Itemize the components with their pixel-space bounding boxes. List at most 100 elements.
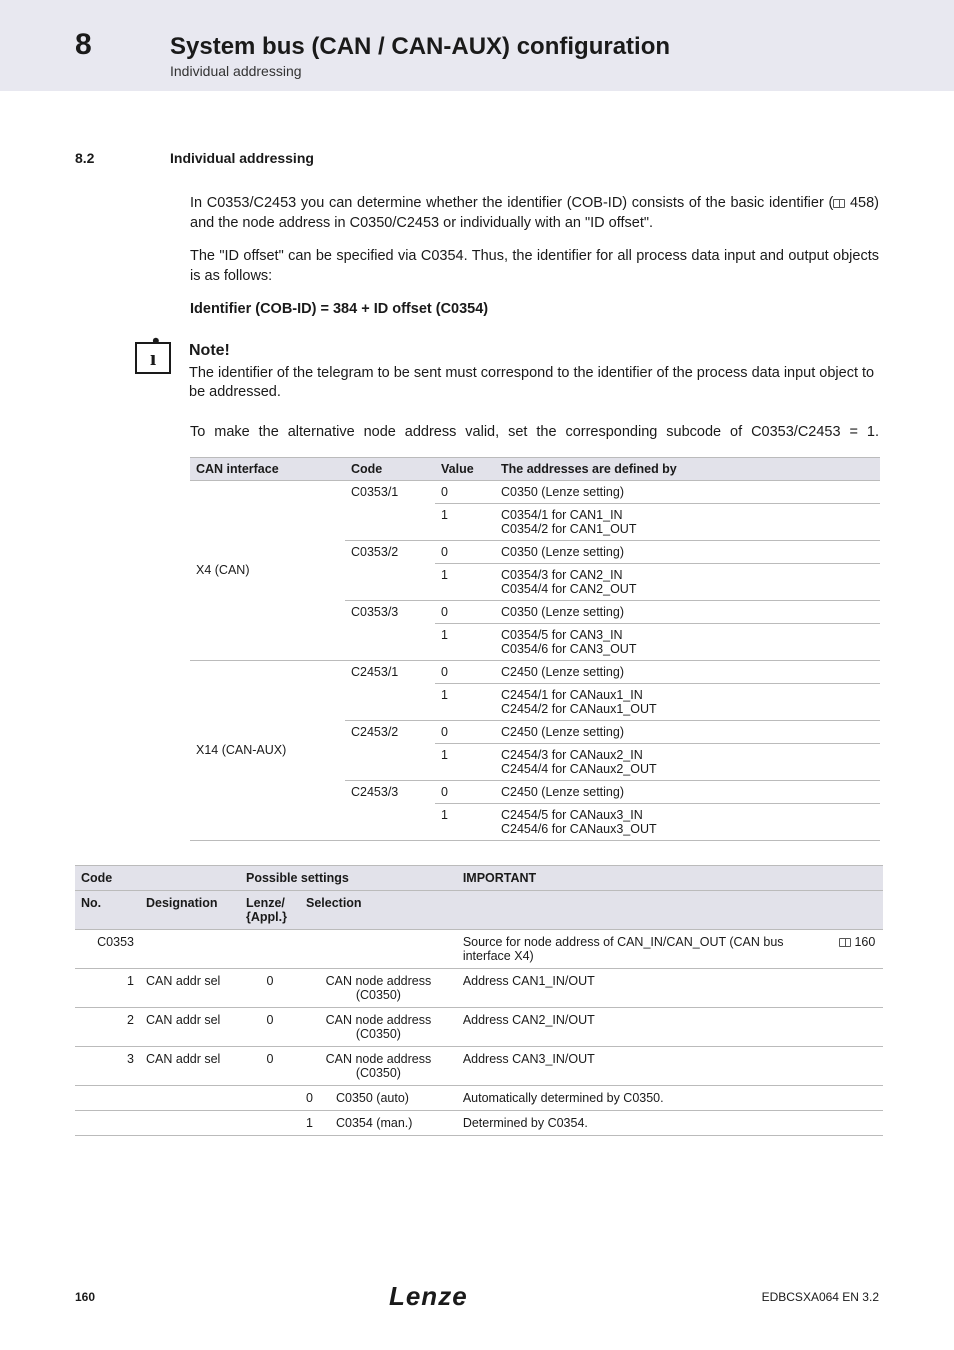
blank-cell bbox=[75, 1046, 99, 1085]
designation-cell: CAN addr sel bbox=[140, 968, 240, 1007]
chapter-title: System bus (CAN / CAN-AUX) configuration bbox=[170, 33, 670, 61]
ref-cell bbox=[833, 1007, 883, 1046]
lenze-cell bbox=[240, 1085, 300, 1110]
value-cell: 1 bbox=[435, 623, 495, 660]
t2-h-important: IMPORTANT bbox=[457, 865, 883, 890]
defined-by-cell: C2450 (Lenze setting) bbox=[495, 780, 880, 803]
section-number: 8.2 bbox=[75, 150, 130, 166]
defined-by-cell: C2454/3 for CANaux2_IN C2454/4 for CANau… bbox=[495, 743, 880, 780]
important-cell: Address CAN2_IN/OUT bbox=[457, 1007, 833, 1046]
ref-cell: 160 bbox=[833, 929, 883, 968]
defined-by-cell: C2450 (Lenze setting) bbox=[495, 720, 880, 743]
ref-cell bbox=[833, 1110, 883, 1135]
selection-cell: CAN node address (C0350) bbox=[300, 1046, 457, 1085]
value-cell: 0 bbox=[435, 600, 495, 623]
table-row: 1CAN addr sel0CAN node address (C0350)Ad… bbox=[75, 968, 883, 1007]
t1-h3: Value bbox=[435, 457, 495, 480]
iface-cell: X14 (CAN-AUX) bbox=[190, 660, 345, 840]
value-cell: 0 bbox=[435, 660, 495, 683]
note-heading: Note! bbox=[189, 342, 879, 360]
code-cell: C2453/1 bbox=[345, 660, 435, 720]
t1-h4: The addresses are defined by bbox=[495, 457, 880, 480]
t2-h-possible: Possible settings bbox=[240, 865, 457, 890]
note-block: •ı Note! The identifier of the telegram … bbox=[135, 342, 879, 403]
blank-cell bbox=[75, 1085, 99, 1110]
value-cell: 1 bbox=[435, 683, 495, 720]
important-cell: Automatically determined by C0350. bbox=[457, 1085, 833, 1110]
ref-cell bbox=[833, 968, 883, 1007]
table-row: X14 (CAN-AUX)C2453/10C2450 (Lenze settin… bbox=[190, 660, 880, 683]
important-cell: Determined by C0354. bbox=[457, 1110, 833, 1135]
value-cell: 0 bbox=[435, 720, 495, 743]
lenze-cell: 0 bbox=[240, 968, 300, 1007]
value-cell: 1 bbox=[435, 503, 495, 540]
code-cell: C0353/3 bbox=[345, 600, 435, 660]
page-header: 8 System bus (CAN / CAN-AUX) configurati… bbox=[0, 0, 954, 91]
designation-cell: CAN addr sel bbox=[140, 1007, 240, 1046]
brand-logo: Lenze bbox=[389, 1281, 468, 1312]
selection-cell: CAN node address (C0350) bbox=[300, 968, 457, 1007]
defined-by-cell: C0354/5 for CAN3_IN C0354/6 for CAN3_OUT bbox=[495, 623, 880, 660]
lenze-cell bbox=[240, 1110, 300, 1135]
defined-by-cell: C2450 (Lenze setting) bbox=[495, 660, 880, 683]
page-number: 160 bbox=[75, 1290, 95, 1304]
selection-key: 1 bbox=[300, 1110, 330, 1135]
t1-h1: CAN interface bbox=[190, 457, 345, 480]
selection-key: 0 bbox=[300, 1085, 330, 1110]
page-footer: 160 Lenze EDBCSXA064 EN 3.2 bbox=[75, 1281, 879, 1312]
table-row: 0C0350 (auto)Automatically determined by… bbox=[75, 1085, 883, 1110]
book-icon bbox=[839, 938, 851, 947]
t2-h-imp-blank bbox=[457, 890, 883, 929]
table-row: C0353Source for node address of CAN_IN/C… bbox=[75, 929, 883, 968]
doc-id: EDBCSXA064 EN 3.2 bbox=[762, 1290, 879, 1304]
iface-cell: X4 (CAN) bbox=[190, 480, 345, 660]
ref-cell bbox=[833, 1046, 883, 1085]
designation-cell bbox=[140, 1085, 240, 1110]
subcode-no bbox=[99, 1110, 140, 1135]
subcode-no: 3 bbox=[99, 1046, 140, 1085]
important-cell: Address CAN3_IN/OUT bbox=[457, 1046, 833, 1085]
defined-by-cell: C2454/1 for CANaux1_IN C2454/2 for CANau… bbox=[495, 683, 880, 720]
section-heading: 8.2 Individual addressing bbox=[75, 150, 879, 166]
blank-cell bbox=[75, 1110, 99, 1135]
chapter-subtitle: Individual addressing bbox=[170, 63, 670, 79]
code-cell: C2453/3 bbox=[345, 780, 435, 840]
important-cell: Address CAN1_IN/OUT bbox=[457, 968, 833, 1007]
table-row: X4 (CAN)C0353/10C0350 (Lenze setting) bbox=[190, 480, 880, 503]
book-icon bbox=[833, 199, 845, 208]
defined-by-cell: C0354/1 for CAN1_IN C0354/2 for CAN1_OUT bbox=[495, 503, 880, 540]
value-cell: 1 bbox=[435, 803, 495, 840]
info-icon: •ı bbox=[135, 342, 171, 374]
paragraph-2: The "ID offset" can be specified via C03… bbox=[190, 247, 879, 286]
subcode-no: 2 bbox=[99, 1007, 140, 1046]
table-row: 1C0354 (man.)Determined by C0354. bbox=[75, 1110, 883, 1135]
selection-cell bbox=[300, 929, 457, 968]
code-cell: C0353/2 bbox=[345, 540, 435, 600]
value-cell: 0 bbox=[435, 540, 495, 563]
defined-by-cell: C0350 (Lenze setting) bbox=[495, 540, 880, 563]
designation-cell bbox=[140, 929, 240, 968]
table-row: 3CAN addr sel0CAN node address (C0350)Ad… bbox=[75, 1046, 883, 1085]
paragraph-1: In C0353/C2453 you can determine whether… bbox=[190, 194, 879, 233]
paragraph-1a: In C0353/C2453 you can determine whether… bbox=[190, 195, 833, 211]
t2-h-sel: Selection bbox=[300, 890, 457, 929]
lenze-cell bbox=[240, 929, 300, 968]
t2-h-no: No. bbox=[75, 890, 140, 929]
table-row: 2CAN addr sel0CAN node address (C0350)Ad… bbox=[75, 1007, 883, 1046]
value-cell: 0 bbox=[435, 480, 495, 503]
value-cell: 0 bbox=[435, 780, 495, 803]
defined-by-cell: C0350 (Lenze setting) bbox=[495, 600, 880, 623]
t2-h-lenze: Lenze/ {Appl.} bbox=[240, 890, 300, 929]
value-cell: 1 bbox=[435, 563, 495, 600]
t2-h-desig: Designation bbox=[140, 890, 240, 929]
ref-cell bbox=[833, 1085, 883, 1110]
designation-cell: CAN addr sel bbox=[140, 1046, 240, 1085]
chapter-number: 8 bbox=[75, 28, 130, 62]
defined-by-cell: C0350 (Lenze setting) bbox=[495, 480, 880, 503]
code-no: C0353 bbox=[75, 929, 140, 968]
paragraph-3: Identifier (COB-ID) = 384 + ID offset (C… bbox=[190, 300, 879, 320]
note-body: The identifier of the telegram to be sen… bbox=[189, 364, 879, 403]
lenze-cell: 0 bbox=[240, 1007, 300, 1046]
designation-cell bbox=[140, 1110, 240, 1135]
defined-by-cell: C0354/3 for CAN2_IN C0354/4 for CAN2_OUT bbox=[495, 563, 880, 600]
